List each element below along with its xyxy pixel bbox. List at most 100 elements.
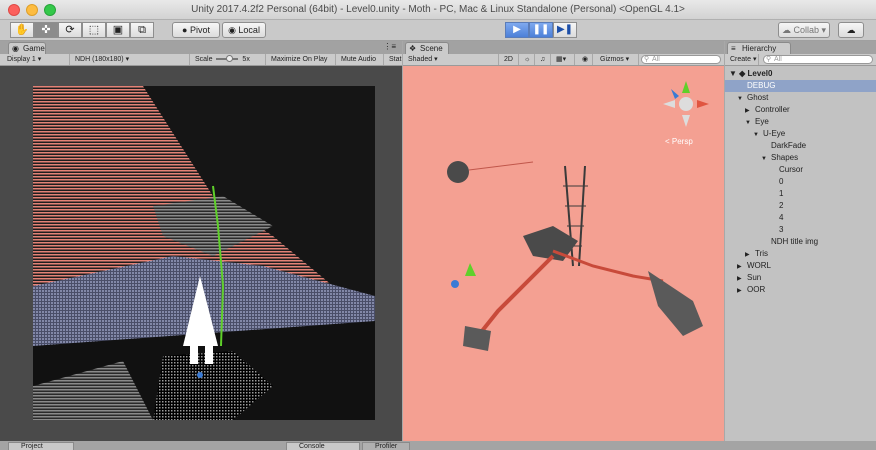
resolution-select[interactable]: NDH (180x180) ▾ <box>72 54 190 65</box>
hierarchy-item[interactable]: ▶ Sun <box>725 272 876 284</box>
scale-slider-track[interactable] <box>216 55 239 63</box>
hierarchy-item[interactable]: 2 <box>725 200 876 212</box>
hierarchy-item-label: Controller <box>755 105 790 114</box>
hierarchy-item-label: Eye <box>755 117 769 126</box>
hierarchy-item[interactable]: DarkFade <box>725 140 876 152</box>
move-tool-icon[interactable]: ✜ <box>34 22 58 38</box>
hierarchy-item[interactable]: ▼ Eye <box>725 116 876 128</box>
game-viewport[interactable] <box>33 86 375 420</box>
scale-slider[interactable]: Scale 5x <box>192 54 266 65</box>
hierarchy-item[interactable]: ▶ Controller <box>725 104 876 116</box>
hierarchy-icon: ≡ <box>731 44 736 53</box>
hierarchy-item[interactable]: NDH title img <box>725 236 876 248</box>
2d-toggle[interactable]: 2D <box>501 54 519 65</box>
mute-audio-toggle[interactable]: Mute Audio <box>338 54 384 65</box>
hierarchy-tab-row: ≡ Hierarchy <box>725 41 876 54</box>
collab-button[interactable]: ☁ Collab ▾ <box>778 22 830 38</box>
pivot-toggle-button[interactable]: ● Pivot <box>172 22 220 38</box>
hierarchy-item[interactable]: ▶ WORL <box>725 260 876 272</box>
tab-scene[interactable]: ❖ Scene <box>405 42 449 54</box>
ghost-leg <box>205 346 213 364</box>
panel-menu-icon[interactable]: ⋮≡ <box>383 42 396 51</box>
hierarchy-item-label: Sun <box>747 273 762 282</box>
ghost-leg <box>190 346 198 364</box>
tab-hierarchy[interactable]: ≡ Hierarchy <box>727 42 791 54</box>
hierarchy-item[interactable]: ▶ OOR <box>725 284 876 296</box>
window-title: Unity 2017.4.2f2 Personal (64bit) - Leve… <box>191 4 685 15</box>
lighting-toggle-icon[interactable]: ☼ <box>521 54 535 65</box>
scene-panel: ❖ Scene Shaded ▾ 2D ☼ ♫ ▦▾ ◉ Gizmos ▾ ⚲ A… <box>403 41 724 441</box>
expand-arrow-icon[interactable]: ▼ <box>729 69 737 78</box>
hierarchy-item[interactable]: 1 <box>725 188 876 200</box>
hierarchy-item[interactable]: ▶ Tris <box>725 248 876 260</box>
search-icon: ⚲ <box>644 56 650 63</box>
ghost-cursor <box>197 372 203 378</box>
stats-toggle[interactable]: Stat <box>386 54 402 65</box>
scale-slider-thumb[interactable] <box>226 55 234 63</box>
red-path-lower <box>476 254 555 338</box>
scale-tool-icon[interactable]: ⬚ <box>82 22 106 38</box>
local-toggle-button[interactable]: ◉ Local <box>222 22 266 38</box>
play-button[interactable]: ▶ <box>505 22 529 38</box>
audio-toggle-icon[interactable]: ♫ <box>537 54 551 65</box>
hierarchy-item[interactable]: ▼ Shapes <box>725 152 876 164</box>
hierarchy-item-label: OOR <box>747 285 766 294</box>
shading-mode-select[interactable]: Shaded ▾ <box>405 54 499 65</box>
pause-button[interactable]: ❚❚ <box>529 22 553 38</box>
tab-console[interactable]: Console <box>286 442 360 450</box>
hierarchy-item-label: 0 <box>779 177 784 186</box>
sphere-object <box>447 161 469 183</box>
hand-tool-icon[interactable]: ✋ <box>10 22 34 38</box>
hierarchy-item[interactable]: 0 <box>725 176 876 188</box>
hierarchy-item-label: 1 <box>779 189 784 198</box>
scene-root-row[interactable]: ▼ ◆ Level0 <box>725 68 876 80</box>
title-bar: Unity 2017.4.2f2 Personal (64bit) - Leve… <box>0 0 876 20</box>
hierarchy-item-label: U-Eye <box>763 129 786 138</box>
hierarchy-item[interactable]: Cursor <box>725 164 876 176</box>
rect-tool-icon[interactable]: ▣ <box>106 22 130 38</box>
scene-tab-row: ❖ Scene <box>403 41 724 54</box>
hierarchy-search-input[interactable]: ⚲ All <box>763 55 873 64</box>
blue-marker <box>451 280 459 288</box>
effects-toggle-icon[interactable]: ▦▾ <box>553 54 575 65</box>
hierarchy-item-label: Tris <box>755 249 769 258</box>
sphere-link <box>468 161 534 171</box>
hierarchy-item[interactable]: DEBUG <box>725 80 876 92</box>
hierarchy-item-label: Cursor <box>779 165 804 174</box>
box-object <box>463 326 491 351</box>
pivot-icon: ● <box>182 25 190 35</box>
game-icon: ◉ <box>12 44 19 53</box>
tab-profiler[interactable]: Profiler <box>362 442 410 450</box>
bottom-tab-strip: Project Console Profiler <box>0 441 876 450</box>
hierarchy-subbar: Create ▾ ⚲ All <box>725 54 876 66</box>
create-menu[interactable]: Create ▾ <box>727 54 759 65</box>
maximize-on-play-toggle[interactable]: Maximize On Play <box>268 54 336 65</box>
hierarchy-item[interactable]: ▼ Ghost <box>725 92 876 104</box>
tab-game[interactable]: ◉ Game <box>8 42 46 54</box>
game-panel: ◉ Game ⋮≡ Display 1 ▾ NDH (180x180) ▾ Sc… <box>0 41 402 441</box>
expand-arrow-icon[interactable]: ▶ <box>737 285 747 297</box>
green-marker <box>465 263 476 276</box>
hierarchy-item-label: NDH title img <box>771 237 819 246</box>
scene-icon: ❖ <box>409 44 417 53</box>
hierarchy-item-label: Shapes <box>771 153 799 162</box>
display-select[interactable]: Display 1 ▾ <box>4 54 70 65</box>
hierarchy-panel: ≡ Hierarchy Create ▾ ⚲ All ▼ ◆ Level0 DEB… <box>725 41 876 441</box>
scene-viewport[interactable] <box>403 66 724 441</box>
tab-project[interactable]: Project <box>8 442 74 450</box>
hierarchy-item[interactable]: 4 <box>725 212 876 224</box>
scene-search-input[interactable]: ⚲ All <box>641 55 721 64</box>
hierarchy-item[interactable]: ▼ U-Eye <box>725 128 876 140</box>
hierarchy-item-label: DarkFade <box>771 141 807 150</box>
camera-toggle-icon[interactable]: ◉ <box>579 54 593 65</box>
main-toolbar: ✋ ✜ ⟳ ⬚ ▣ ⧉ ● Pivot ◉ Local ▶ ❚❚ ▶❚ ☁ Co… <box>0 20 876 41</box>
rotate-tool-icon[interactable]: ⟳ <box>58 22 82 38</box>
step-button[interactable]: ▶❚ <box>553 22 577 38</box>
gizmos-menu[interactable]: Gizmos ▾ <box>597 54 639 65</box>
hierarchy-item-label: Ghost <box>747 93 769 102</box>
services-cloud-button[interactable]: ☁ <box>838 22 864 38</box>
transform-tool-icon[interactable]: ⧉ <box>130 22 154 38</box>
game-tab-row: ◉ Game ⋮≡ <box>0 41 402 54</box>
hierarchy-item[interactable]: 3 <box>725 224 876 236</box>
unity-scene-icon: ◆ <box>739 69 746 78</box>
